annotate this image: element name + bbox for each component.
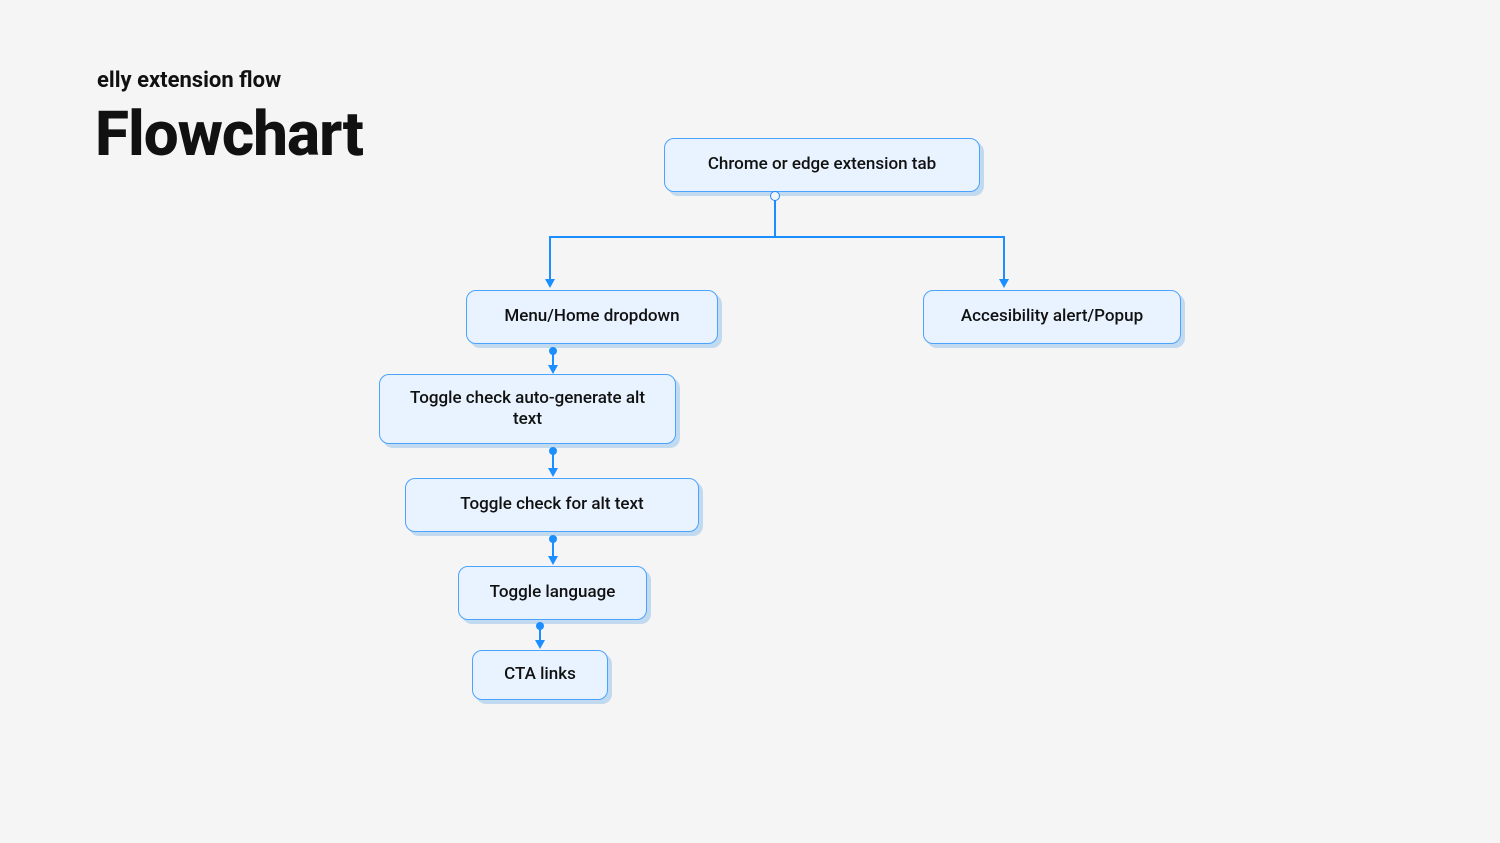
connector-line — [549, 236, 1004, 238]
arrow-icon — [535, 640, 545, 649]
node-toggle-auto-label: Toggle check auto-generate alt text — [398, 388, 657, 431]
node-menu: Menu/Home dropdown — [466, 290, 718, 344]
node-alert: Accesibility alert/Popup — [923, 290, 1181, 344]
page-title: Flowchart — [95, 98, 363, 171]
connector-line — [549, 236, 551, 281]
node-toggle-lang: Toggle language — [458, 566, 647, 620]
arrow-icon — [548, 468, 558, 477]
node-cta: CTA links — [472, 650, 608, 700]
node-toggle-auto: Toggle check auto-generate alt text — [379, 374, 676, 444]
connector-line — [774, 200, 776, 237]
node-menu-label: Menu/Home dropdown — [504, 306, 679, 327]
arrow-icon — [548, 365, 558, 374]
arrow-icon — [545, 279, 555, 288]
node-root-label: Chrome or edge extension tab — [708, 154, 936, 175]
node-toggle-lang-label: Toggle language — [490, 582, 616, 603]
node-alert-label: Accesibility alert/Popup — [961, 306, 1143, 327]
node-root: Chrome or edge extension tab — [664, 138, 980, 192]
node-toggle-alt-label: Toggle check for alt text — [460, 494, 643, 515]
connector-line — [1003, 236, 1005, 281]
node-cta-label: CTA links — [504, 664, 576, 685]
arrow-icon — [999, 279, 1009, 288]
page-subtitle: elly extension flow — [97, 68, 281, 93]
node-toggle-alt: Toggle check for alt text — [405, 478, 699, 532]
arrow-icon — [548, 556, 558, 565]
